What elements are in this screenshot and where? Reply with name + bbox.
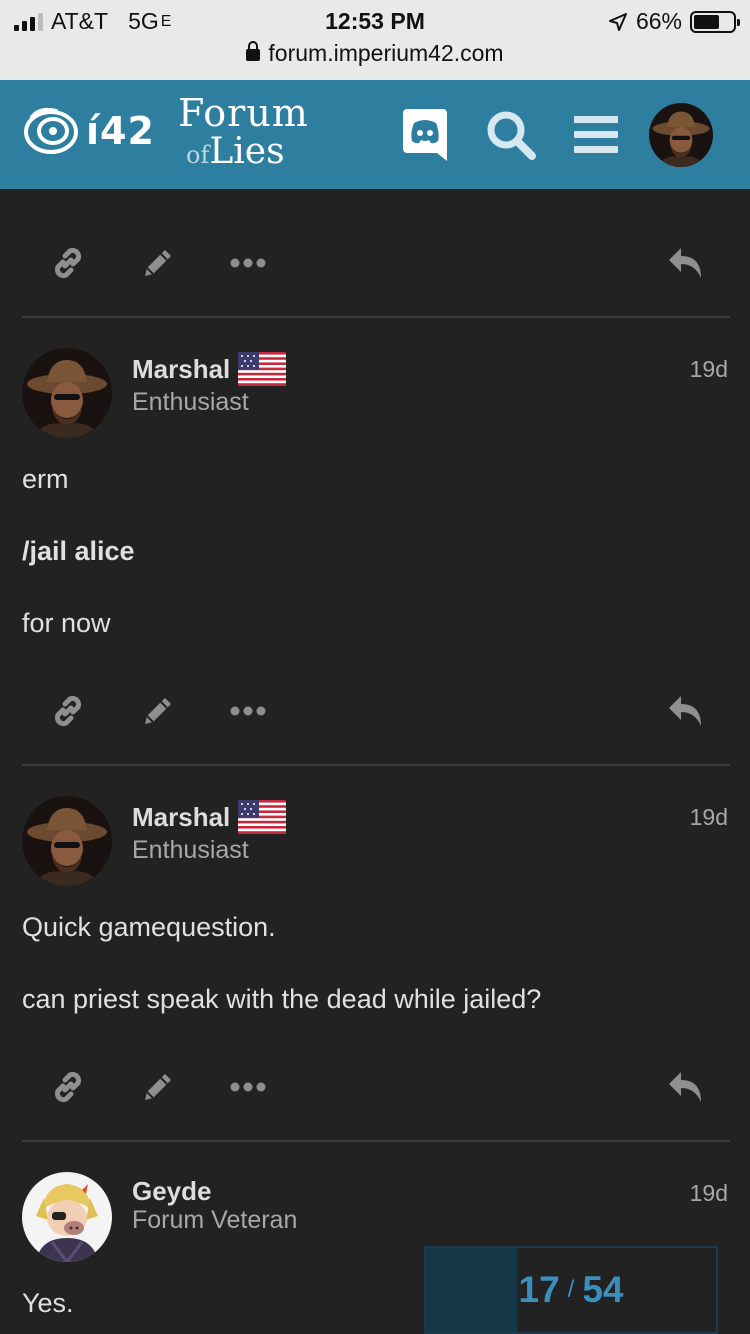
avatar[interactable] [22,1172,112,1262]
us-flag-icon [238,800,287,834]
username-text: Geyde [132,1176,212,1206]
post-text: /jail alice [22,536,135,566]
reply-arrow-icon [669,696,701,726]
progress-total: 54 [582,1269,624,1310]
edit-button[interactable] [132,1057,184,1117]
site-header: í42 Forum ofLies [0,80,750,189]
reply-button[interactable] [660,233,712,293]
post-divider [22,764,730,766]
user-title: Enthusiast [132,836,249,864]
username[interactable]: Marshal [132,800,287,834]
logo-title-line2: Lies [209,131,285,172]
lock-icon [246,41,261,61]
copy-link-button[interactable] [42,681,94,741]
post-text: Yes. [22,1288,74,1318]
pencil-icon [145,250,171,276]
link-icon [54,1071,82,1103]
reply-button[interactable] [660,681,712,741]
copy-link-button[interactable] [42,233,94,293]
battery-percent: 66% [635,8,682,34]
user-avatar-button[interactable] [648,80,714,189]
post-text: erm [22,464,69,494]
url-text: forum.imperium42.com [268,40,504,66]
username[interactable]: Geyde [132,1176,212,1207]
post-text: for now [22,608,111,638]
username[interactable]: Marshal [132,352,287,386]
location-arrow-icon [608,12,627,31]
hamburger-menu-icon [574,115,618,153]
post-actions [22,1057,730,1117]
hamburger-menu-button[interactable] [570,80,622,189]
pencil-icon [145,1074,171,1100]
post-divider [22,1140,730,1142]
avatar[interactable] [22,348,112,438]
search-button[interactable] [482,80,540,189]
user-title: Enthusiast [132,388,249,416]
more-actions-button[interactable] [222,1057,274,1117]
cowboy-avatar-icon [22,796,112,886]
avatar [649,102,713,167]
i42-logo[interactable]: í42 [22,105,155,157]
link-icon [54,695,82,727]
topic-stream: Marshal Enthusiast 19d erm /jail alice f… [0,189,750,1334]
logo-title-line1: Forum [178,91,309,135]
user-title: Forum Veteran [132,1206,298,1234]
post-divider [22,316,730,318]
avatar[interactable] [22,796,112,886]
pencil-icon [145,698,171,724]
status-bar: AT&T 5G E 12:53 PM 66% forum.imperium42.c… [0,0,750,80]
address-bar[interactable]: forum.imperium42.com [0,40,750,67]
post-text: Quick gamequestion. [22,912,276,942]
cowboy-avatar-icon [649,102,713,167]
edit-button[interactable] [132,233,184,293]
more-actions-button[interactable] [222,233,274,293]
forum-of-lies-logo[interactable]: Forum ofLies [178,94,309,170]
ellipsis-icon [230,258,266,268]
edit-button[interactable] [132,681,184,741]
battery-icon [690,10,740,33]
discord-button[interactable] [400,80,450,189]
cowboy-avatar-icon [22,348,112,438]
us-flag-icon [238,352,287,386]
logo-title-of: of [186,141,210,169]
post-date[interactable]: 19d [690,1180,728,1207]
ellipsis-icon [230,706,266,716]
progress-current: 17 [518,1269,560,1310]
ellipsis-icon [230,1082,266,1092]
anime-character-avatar-icon [22,1172,112,1262]
search-icon [487,111,536,160]
more-actions-button[interactable] [222,681,274,741]
discord-icon [403,108,447,161]
post-date[interactable]: 19d [690,804,728,831]
post-text: can priest speak with the dead while jai… [22,984,542,1014]
reply-arrow-icon [669,248,701,278]
swirl-logo-icon [24,107,78,154]
post-date[interactable]: 19d [690,356,728,383]
topic-progress[interactable]: 17 / 54 [424,1246,718,1334]
copy-link-button[interactable] [42,1057,94,1117]
reply-arrow-icon [669,1072,701,1102]
reply-button[interactable] [660,1057,712,1117]
post-actions [22,681,730,741]
username-text: Marshal [132,353,231,384]
link-icon [54,247,82,279]
username-text: Marshal [132,801,231,832]
logo-short-text: í42 [86,109,155,153]
progress-separator: / [567,1276,575,1303]
post-actions [22,233,730,293]
